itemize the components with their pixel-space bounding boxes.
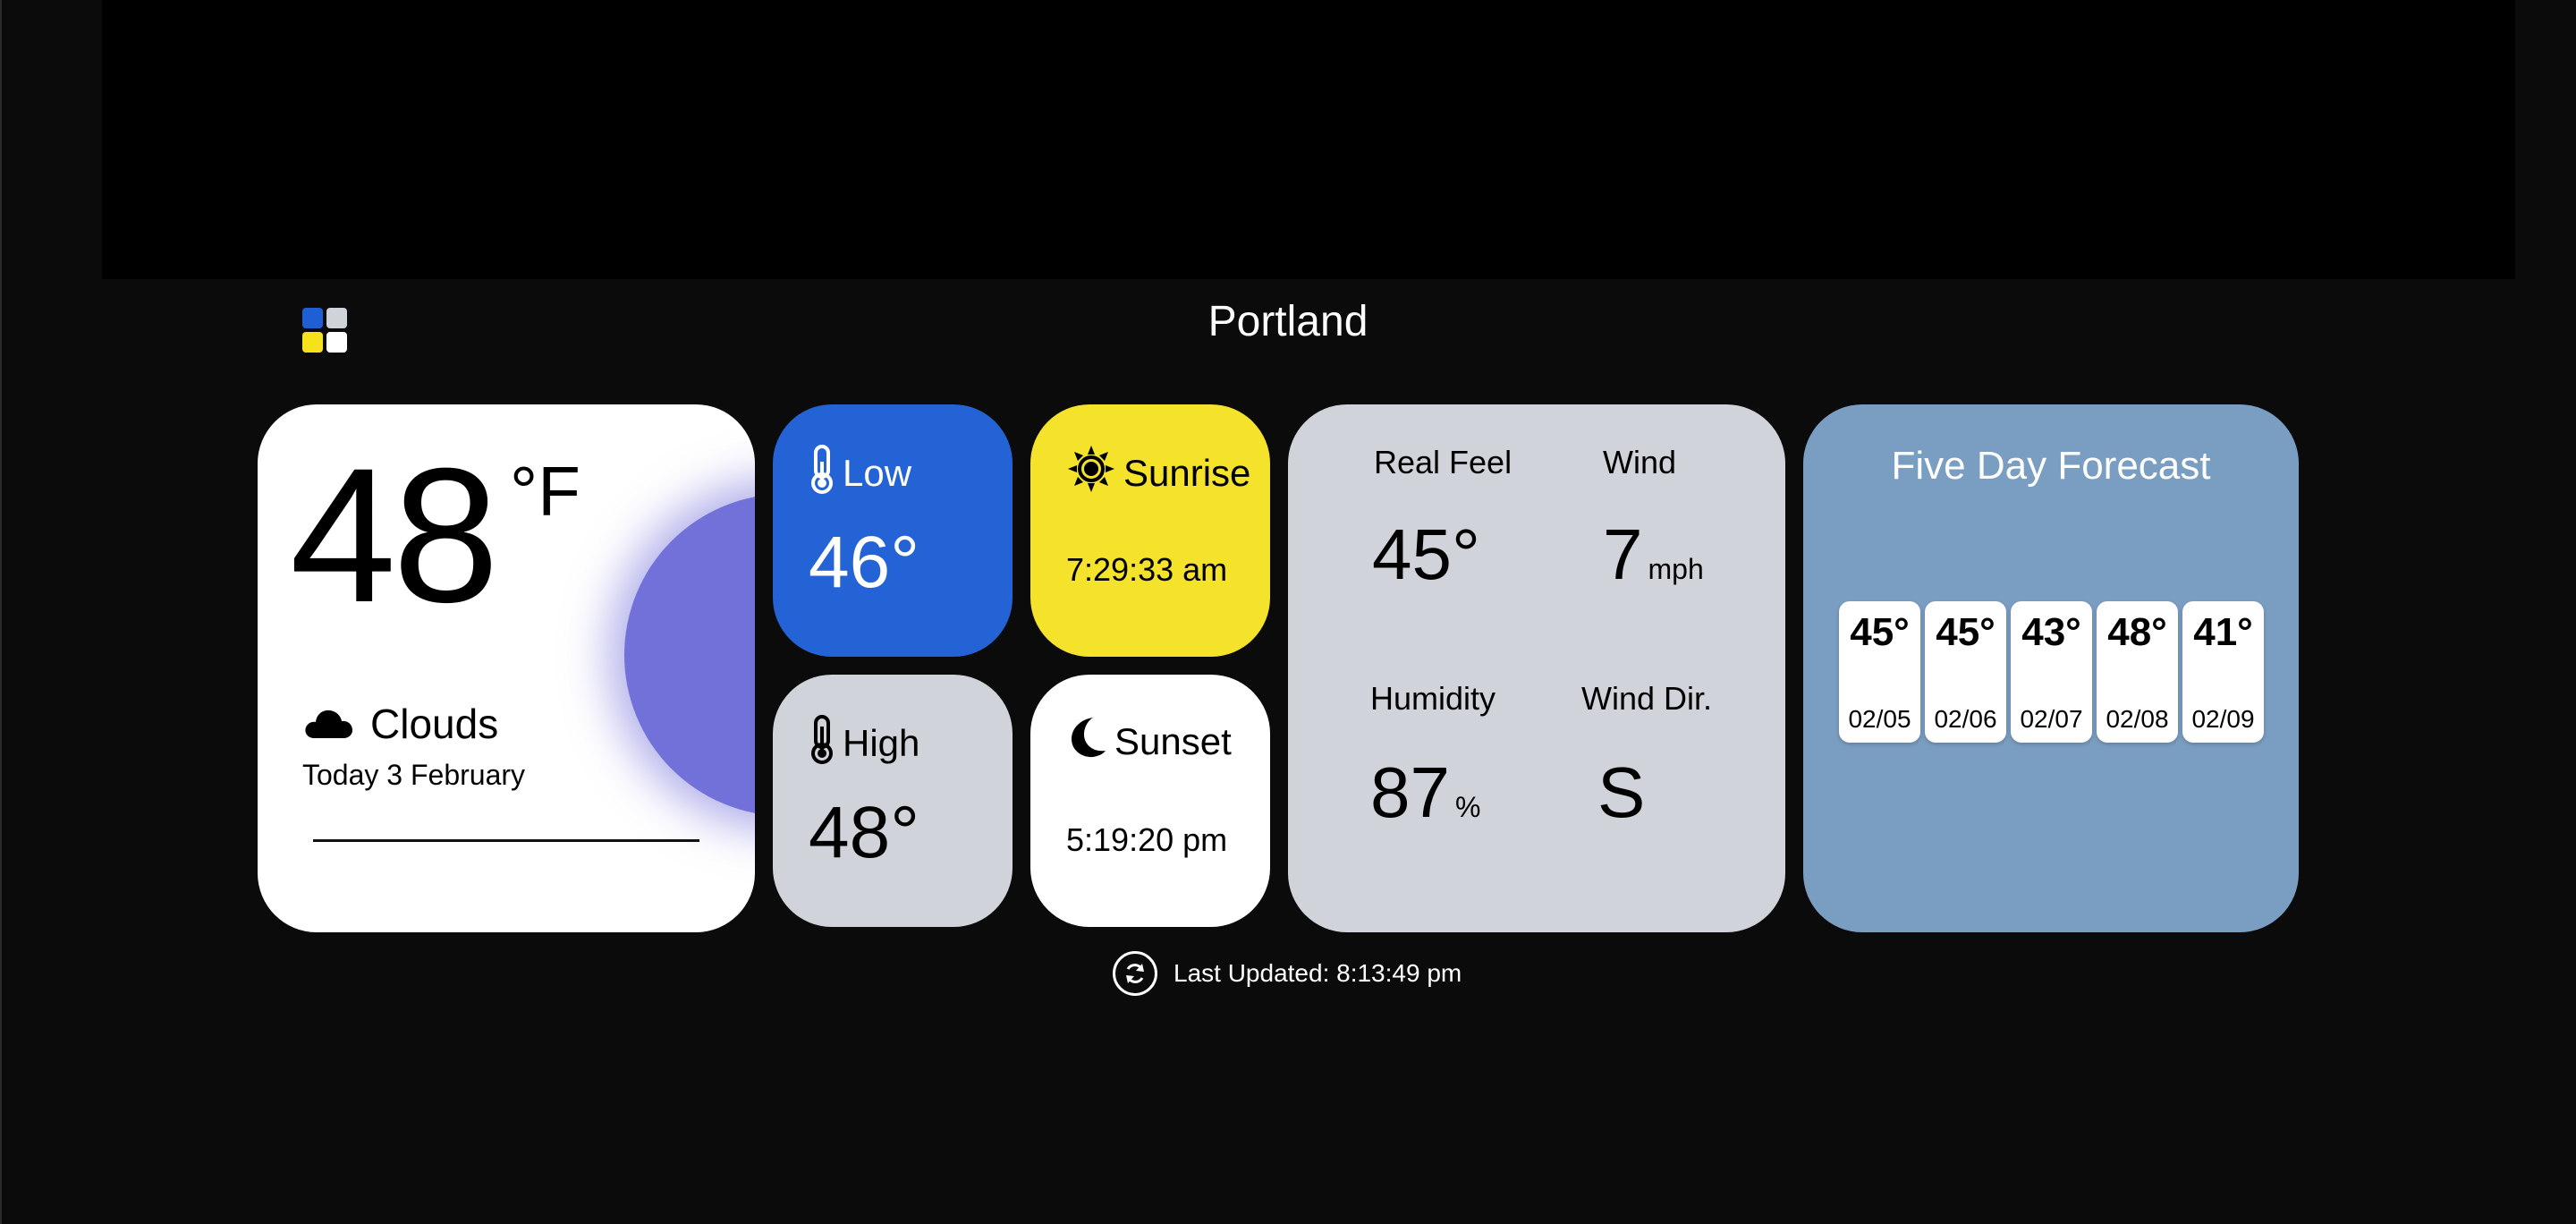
forecast-day: 41° 02/09 [2182, 601, 2264, 743]
forecast-date: 02/06 [1934, 705, 1997, 733]
city-title: Portland [1208, 298, 1368, 345]
thermometer-icon [809, 714, 835, 773]
forecast-date: 02/09 [2191, 705, 2255, 733]
current-temperature: 48 [290, 429, 499, 642]
sunset-tile: Sunset 5:19:20 pm [1030, 675, 1270, 927]
sun-icon [1066, 444, 1116, 503]
forecast-date: 02/05 [1848, 705, 1911, 733]
forecast-title: Five Day Forecast [1891, 444, 2211, 488]
high-temp-tile: High 48° [773, 675, 1013, 927]
wind-value-group: 7 mph [1603, 519, 1704, 591]
high-header: High [809, 714, 919, 773]
forecast-temp: 41° [2193, 610, 2253, 654]
humidity-value: 87 [1370, 752, 1450, 832]
forecast-days-row: 45° 02/05 45° 02/06 43° 02/07 48° 02/08 … [1839, 601, 2264, 743]
cloud-icon [302, 704, 354, 744]
forecast-date: 02/07 [2020, 705, 2083, 733]
sunrise-label: Sunrise [1123, 452, 1251, 494]
real-feel-value: 45° [1372, 514, 1480, 594]
low-value: 46° [809, 522, 920, 603]
sunrise-tile: Sunrise 7:29:33 am [1030, 404, 1270, 657]
last-updated-row: Last Updated: 8:13:49 pm [1113, 951, 1462, 996]
forecast-temp: 45° [1850, 610, 1910, 654]
current-date: Today 3 February [302, 759, 526, 791]
logo-square-white [326, 332, 347, 353]
wind-dir-label: Wind Dir. [1581, 680, 1713, 717]
real-feel-label: Real Feel [1374, 444, 1513, 480]
five-day-forecast-card: Five Day Forecast 45° 02/05 45° 02/06 43… [1803, 404, 2299, 932]
low-temp-tile: Low 46° [773, 404, 1013, 657]
forecast-temp: 45° [1936, 610, 1996, 654]
high-label: High [843, 722, 920, 764]
forecast-day: 48° 02/08 [2097, 601, 2178, 743]
logo-square-gray [326, 308, 347, 328]
weather-stats-card: Real Feel 45° Wind 7 mph Humidity 87% Win… [1288, 404, 1785, 932]
app-logo[interactable] [302, 308, 347, 353]
humidity-value-group: 87% [1370, 757, 1480, 829]
forecast-day: 45° 02/06 [1925, 601, 2006, 743]
humidity-unit: % [1454, 791, 1481, 823]
wind-dir-value: S [1597, 752, 1646, 832]
low-label: Low [843, 452, 912, 494]
humidity-label: Humidity [1370, 680, 1496, 717]
logo-square-blue [302, 308, 323, 328]
sunset-header: Sunset [1066, 714, 1232, 769]
sunrise-time: 7:29:33 am [1066, 551, 1228, 588]
top-banner [102, 0, 2515, 279]
divider-line [313, 839, 699, 842]
temperature-unit: °F [510, 452, 580, 531]
wind-value: 7 [1603, 514, 1643, 594]
current-weather-card: 48 °F Clouds Today 3 February [258, 404, 755, 932]
forecast-day: 43° 02/07 [2011, 601, 2092, 743]
forecast-date: 02/08 [2106, 705, 2169, 733]
sun-glow-graphic [624, 494, 755, 816]
thermometer-icon [809, 444, 835, 503]
last-updated-text: Last Updated: 8:13:49 pm [1174, 959, 1462, 987]
logo-square-yellow [302, 332, 323, 353]
wind-label: Wind [1603, 444, 1677, 480]
refresh-icon[interactable] [1113, 951, 1157, 996]
high-value: 48° [809, 792, 920, 873]
sunrise-header: Sunrise [1066, 444, 1250, 503]
forecast-day: 45° 02/05 [1839, 601, 1920, 743]
condition-row: Clouds [302, 700, 498, 748]
moon-icon [1066, 714, 1107, 769]
low-header: Low [809, 444, 911, 503]
sunset-label: Sunset [1114, 720, 1232, 762]
sunset-time: 5:19:20 pm [1066, 821, 1228, 858]
window-edge [0, 0, 2, 1224]
forecast-temp: 48° [2107, 610, 2167, 654]
condition-text: Clouds [370, 701, 499, 747]
wind-unit: mph [1648, 553, 1704, 585]
forecast-temp: 43° [2021, 610, 2081, 654]
